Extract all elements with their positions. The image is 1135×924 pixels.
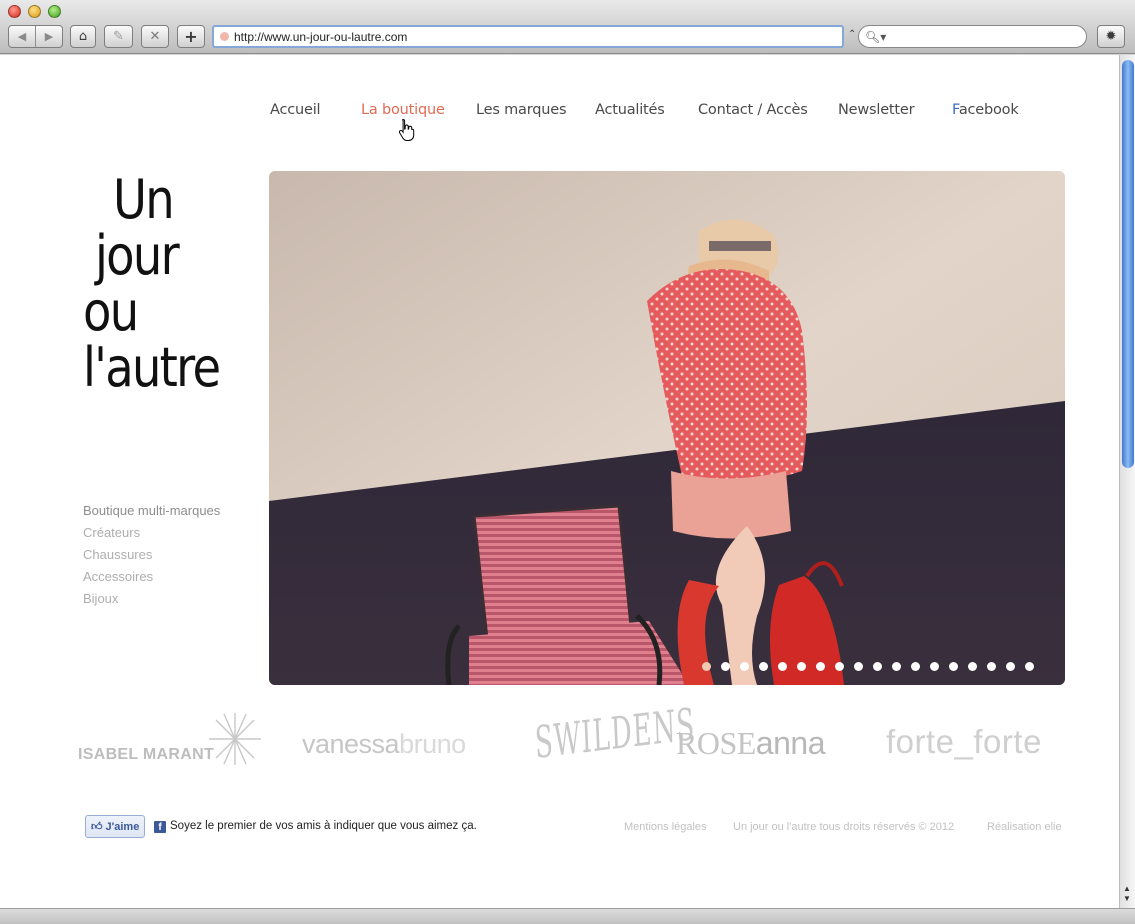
brand-vb-first: vanessa — [302, 729, 400, 759]
brand-isabel-marant[interactable]: ISABEL MARANT — [78, 746, 214, 764]
pencil-icon: ✎ — [113, 29, 124, 44]
boutique-submenu: Boutique multi-marques Créateurs Chaussu… — [83, 500, 220, 610]
back-arrow-icon[interactable]: ◀ — [9, 30, 35, 43]
like-social-text: Soyez le premier de vos amis à indiquer … — [170, 820, 477, 832]
back-forward-buttons: ◀ ▶ — [8, 25, 63, 48]
browser-toolbar: ◀ ▶ ⌂ ✎ ✕ + http://www.un-jour-ou-lautre… — [0, 0, 1135, 54]
nav-item-contact[interactable]: Contact / Accès — [698, 102, 808, 118]
forward-arrow-icon[interactable]: ▶ — [36, 30, 62, 43]
brand-forte-forte[interactable]: forte_forte — [886, 723, 1042, 761]
brand-swildens[interactable]: SWILDENS — [534, 700, 696, 770]
facebook-initial: F — [952, 102, 959, 118]
url-history-icon[interactable]: ⌃ — [848, 29, 856, 40]
slide-dot[interactable] — [911, 662, 920, 671]
main-navigation: Accueil La boutique Les marques Actualit… — [0, 102, 1119, 124]
search-icon[interactable]: 🔍︎▾ — [865, 30, 886, 44]
submenu-item-bijoux[interactable]: Bijoux — [83, 588, 220, 610]
submenu-item-chaussures[interactable]: Chaussures — [83, 544, 220, 566]
slide-dot[interactable] — [968, 662, 977, 671]
slide-dot[interactable] — [987, 662, 996, 671]
star-burst-icon — [209, 713, 261, 765]
slide-dot[interactable] — [797, 662, 806, 671]
like-label: J'aime — [105, 820, 140, 833]
plus-icon: + — [184, 27, 198, 46]
footer-link-mentions[interactable]: Mentions légales — [624, 821, 707, 833]
facebook-like-button[interactable]: 👍︎ J'aime — [85, 815, 146, 838]
hand-cursor-icon — [398, 118, 415, 141]
brand-ra-anna: anna — [755, 725, 826, 761]
slide-dot[interactable] — [949, 662, 958, 671]
url-text: http://www.un-jour-ou-lautre.com — [234, 29, 408, 44]
slide-dot[interactable] — [702, 662, 711, 671]
stop-button[interactable]: ✕ — [141, 25, 169, 48]
logo-line-ou: ou — [83, 280, 139, 343]
scroll-arrows-icon[interactable]: ▲ ▼ — [1123, 884, 1131, 904]
home-button[interactable]: ⌂ — [70, 25, 96, 48]
add-bookmark-button[interactable]: + — [177, 25, 205, 48]
logo-line-jour: jour — [95, 224, 180, 287]
footer-link-realisation[interactable]: Réalisation elie — [987, 821, 1062, 833]
nav-item-les-marques[interactable]: Les marques — [476, 102, 566, 118]
slide-dot[interactable] — [740, 662, 749, 671]
vertical-scrollbar[interactable]: ▲ ▼ — [1119, 55, 1135, 908]
slide-dot[interactable] — [1025, 662, 1034, 671]
slide-dot[interactable] — [892, 662, 901, 671]
minimize-window-button[interactable] — [28, 5, 41, 18]
slide-dot[interactable] — [930, 662, 939, 671]
slide-dot[interactable] — [759, 662, 768, 671]
hero-photo — [269, 171, 1065, 685]
bug-icon: ✹ — [1105, 29, 1117, 44]
nav-item-actualites[interactable]: Actualités — [595, 102, 665, 118]
slide-dot[interactable] — [721, 662, 730, 671]
nav-item-accueil[interactable]: Accueil — [270, 102, 321, 118]
scrollbar-thumb[interactable] — [1122, 60, 1134, 468]
hero-slideshow[interactable] — [269, 171, 1065, 685]
brand-rose-anna[interactable]: ROSEanna — [676, 725, 825, 762]
stop-icon: ✕ — [149, 29, 161, 44]
logo-line-lautre: l'autre — [83, 336, 221, 399]
slide-dot[interactable] — [835, 662, 844, 671]
address-bar[interactable]: http://www.un-jour-ou-lautre.com — [212, 25, 844, 48]
submenu-item-accessoires[interactable]: Accessoires — [83, 566, 220, 588]
slide-dot[interactable] — [854, 662, 863, 671]
bug-report-button[interactable]: ✹ — [1097, 25, 1125, 48]
edit-button[interactable]: ✎ — [104, 25, 133, 48]
submenu-item-multi-marques[interactable]: Boutique multi-marques — [83, 500, 220, 522]
nav-item-facebook[interactable]: Facebook — [952, 102, 1019, 118]
slide-dot[interactable] — [816, 662, 825, 671]
brand-vb-second: bruno — [399, 729, 466, 759]
brand-vanessa-bruno[interactable]: vanessabruno — [302, 729, 466, 760]
nav-item-la-boutique[interactable]: La boutique — [361, 102, 445, 118]
logo-line-un: Un — [113, 168, 175, 231]
thumbs-up-icon: 👍︎ — [91, 821, 103, 833]
page-viewport: Accueil La boutique Les marques Actualit… — [0, 55, 1119, 908]
status-bar — [0, 908, 1135, 924]
facebook-label: acebook — [958, 102, 1019, 118]
nav-item-newsletter[interactable]: Newsletter — [838, 102, 915, 118]
brand-ra-rose: ROSE — [676, 725, 756, 761]
zoom-window-button[interactable] — [48, 5, 61, 18]
facebook-icon: f — [154, 821, 166, 833]
slide-indicators — [702, 662, 1034, 671]
close-window-button[interactable] — [8, 5, 21, 18]
search-field[interactable]: 🔍︎▾ — [858, 25, 1087, 48]
slide-dot[interactable] — [778, 662, 787, 671]
slide-dot[interactable] — [873, 662, 882, 671]
submenu-item-createurs[interactable]: Créateurs — [83, 522, 220, 544]
slide-dot[interactable] — [1006, 662, 1015, 671]
brand-logos: ISABEL MARANT vanessabruno SWILDENS ROSE… — [0, 700, 1119, 795]
site-favicon-icon — [220, 32, 229, 41]
site-logo[interactable]: Un jour ou l'autre — [83, 172, 255, 462]
footer-copyright: Un jour ou l'autre tous droits réservés … — [733, 821, 955, 833]
home-icon: ⌂ — [78, 29, 88, 44]
